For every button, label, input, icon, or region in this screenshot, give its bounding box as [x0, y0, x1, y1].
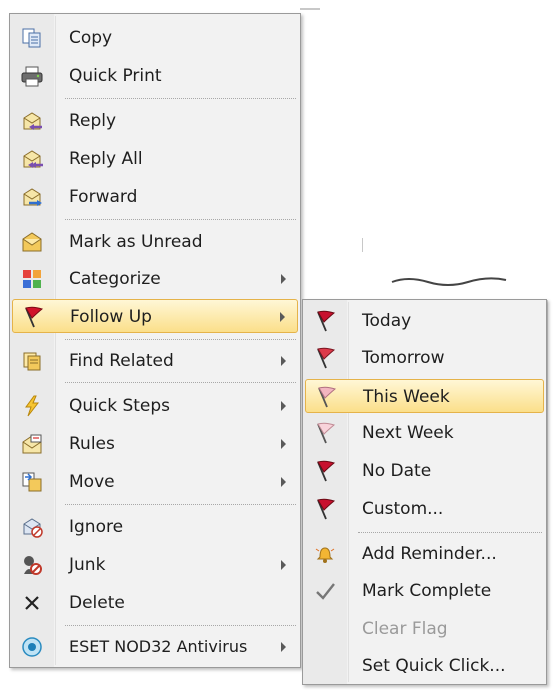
flag-next-week-icon: [305, 416, 345, 450]
submenu-item-label: Next Week: [362, 423, 454, 443]
submenu-item-custom[interactable]: Custom...: [305, 492, 544, 526]
forward-icon: [12, 180, 52, 214]
menu-item-label: Follow Up: [70, 307, 152, 327]
menu-item-eset-nod32[interactable]: ESET NOD32 Antivirus: [12, 630, 298, 664]
submenu-item-label: Clear Flag: [362, 619, 448, 639]
submenu-arrow-icon: [281, 356, 286, 366]
menu-item-label: Quick Print: [69, 66, 162, 86]
follow-up-submenu: Today Tomorrow This Week Next Week No Da…: [302, 299, 547, 685]
flag-tomorrow-icon: [305, 341, 345, 375]
menu-item-reply[interactable]: Reply: [12, 104, 298, 138]
submenu-arrow-icon: [281, 560, 286, 570]
submenu-item-add-reminder[interactable]: Add Reminder...: [305, 537, 544, 571]
submenu-item-mark-complete[interactable]: Mark Complete: [305, 574, 544, 608]
menu-separator: [65, 504, 296, 505]
move-icon: [12, 465, 52, 499]
flag-no-date-icon: [305, 454, 345, 488]
menu-separator: [65, 382, 296, 383]
menu-item-copy[interactable]: Copy: [12, 21, 298, 55]
delete-x-icon: [12, 586, 52, 620]
flag-custom-icon: [305, 492, 345, 526]
menu-item-label: Junk: [69, 555, 106, 575]
submenu-item-no-date[interactable]: No Date: [305, 454, 544, 488]
menu-separator: [358, 532, 542, 533]
menu-item-junk[interactable]: Junk: [12, 548, 298, 582]
reply-icon: [12, 104, 52, 138]
menu-item-mark-as-unread[interactable]: Mark as Unread: [12, 225, 298, 259]
background-text-fragment: [388, 268, 508, 294]
menu-item-label: Reply: [69, 111, 117, 131]
flag-this-week-icon: [306, 380, 346, 414]
submenu-item-label: Add Reminder...: [362, 544, 497, 564]
menu-item-quick-print[interactable]: Quick Print: [12, 59, 298, 93]
background-window-edge: [362, 238, 363, 252]
menu-item-move[interactable]: Move: [12, 465, 298, 499]
submenu-item-label: Today: [362, 311, 412, 331]
flag-today-icon: [305, 304, 345, 338]
submenu-item-clear-flag: Clear Flag: [305, 612, 544, 646]
submenu-arrow-icon: [281, 642, 286, 652]
rules-icon: [12, 427, 52, 461]
context-menu: Copy Quick Print Reply Reply All Forward…: [9, 13, 301, 668]
menu-item-label: Delete: [69, 593, 125, 613]
submenu-arrow-icon: [280, 312, 285, 322]
submenu-item-next-week[interactable]: Next Week: [305, 416, 544, 450]
menu-separator: [65, 98, 296, 99]
submenu-item-today[interactable]: Today: [305, 304, 544, 338]
submenu-item-tomorrow[interactable]: Tomorrow: [305, 341, 544, 375]
menu-separator: [65, 339, 296, 340]
reply-all-icon: [12, 142, 52, 176]
submenu-item-label: This Week: [363, 387, 450, 407]
menu-item-delete[interactable]: Delete: [12, 586, 298, 620]
submenu-arrow-icon: [281, 477, 286, 487]
copy-icon: [12, 21, 52, 55]
checkmark-icon: [305, 574, 345, 608]
mark-unread-icon: [12, 225, 52, 259]
submenu-item-label: No Date: [362, 461, 432, 481]
submenu-item-label: Set Quick Click...: [362, 656, 506, 676]
ignore-icon: [12, 510, 52, 544]
menu-item-label: Forward: [69, 187, 138, 207]
menu-item-label: Reply All: [69, 149, 143, 169]
menu-item-quick-steps[interactable]: Quick Steps: [12, 389, 298, 423]
submenu-arrow-icon: [281, 274, 286, 284]
menu-item-follow-up[interactable]: Follow Up: [12, 299, 298, 333]
lightning-icon: [12, 389, 52, 423]
categorize-icon: [12, 262, 52, 296]
menu-item-categorize[interactable]: Categorize: [12, 262, 298, 296]
reminder-bell-icon: [305, 537, 345, 571]
menu-item-label: Rules: [69, 434, 115, 454]
menu-item-rules[interactable]: Rules: [12, 427, 298, 461]
menu-item-find-related[interactable]: Find Related: [12, 344, 298, 378]
red-flag-icon: [13, 300, 53, 334]
submenu-arrow-icon: [281, 401, 286, 411]
junk-icon: [12, 548, 52, 582]
menu-item-reply-all[interactable]: Reply All: [12, 142, 298, 176]
menu-separator: [65, 625, 296, 626]
background-window-edge: [300, 8, 320, 10]
submenu-arrow-icon: [281, 439, 286, 449]
menu-item-label: ESET NOD32 Antivirus: [69, 637, 248, 656]
menu-item-label: Move: [69, 472, 115, 492]
menu-item-label: Copy: [69, 28, 113, 48]
menu-separator: [65, 219, 296, 220]
submenu-item-label: Tomorrow: [362, 348, 445, 368]
printer-icon: [12, 59, 52, 93]
menu-item-label: Ignore: [69, 517, 124, 537]
find-related-icon: [12, 344, 52, 378]
menu-item-label: Mark as Unread: [69, 232, 203, 252]
menu-item-ignore[interactable]: Ignore: [12, 510, 298, 544]
menu-item-label: Categorize: [69, 269, 161, 289]
submenu-item-label: Mark Complete: [362, 581, 492, 601]
submenu-item-this-week[interactable]: This Week: [305, 379, 544, 413]
menu-item-label: Find Related: [69, 351, 174, 371]
eset-icon: [12, 630, 52, 664]
menu-item-label: Quick Steps: [69, 396, 171, 416]
submenu-item-label: Custom...: [362, 499, 444, 519]
submenu-item-set-quick-click[interactable]: Set Quick Click...: [305, 649, 544, 683]
menu-item-forward[interactable]: Forward: [12, 180, 298, 214]
